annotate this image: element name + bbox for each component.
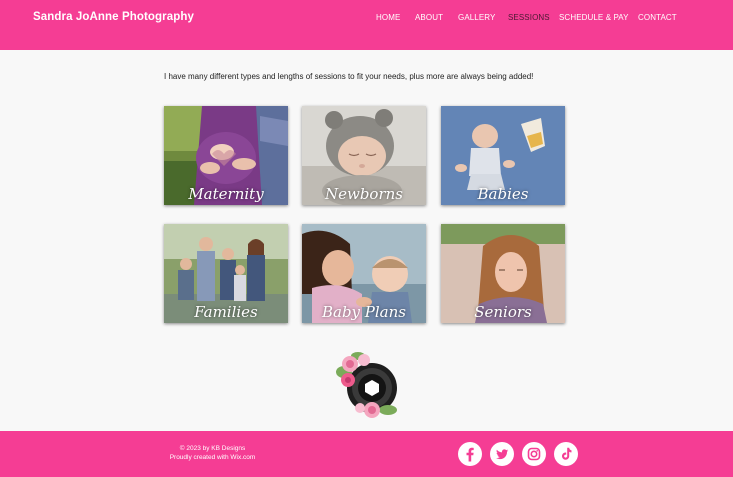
tile-label: Babies xyxy=(477,185,529,203)
camera-lens-flower-logo xyxy=(330,350,400,420)
tile-label: Maternity xyxy=(188,185,264,203)
session-tile-baby-plans[interactable]: Baby Plans xyxy=(302,224,426,323)
session-tile-seniors[interactable]: Seniors xyxy=(441,224,565,323)
twitter-icon[interactable] xyxy=(490,442,514,466)
session-tile-babies[interactable]: Babies xyxy=(441,106,565,205)
site-header: Sandra JoAnne Photography HOME ABOUT GAL… xyxy=(0,0,733,50)
session-tile-families[interactable]: Families xyxy=(164,224,288,323)
copyright-text: © 2023 by KB Designs xyxy=(179,445,246,452)
wix-credit-link[interactable]: Proudly created with Wix.com xyxy=(150,453,275,462)
main-nav: HOME ABOUT GALLERY SESSIONS SCHEDULE & P… xyxy=(0,13,733,27)
tile-label: Baby Plans xyxy=(321,303,406,321)
nav-contact[interactable]: CONTACT xyxy=(638,13,677,22)
tile-label: Families xyxy=(194,303,258,321)
tiktok-icon[interactable] xyxy=(554,442,578,466)
tile-label: Seniors xyxy=(474,303,532,321)
intro-text: I have many different types and lengths … xyxy=(164,72,534,81)
footer-copyright: © 2023 by KB Designs Proudly created wit… xyxy=(150,444,275,462)
nav-gallery[interactable]: GALLERY xyxy=(458,13,495,22)
session-tile-newborns[interactable]: Newborns xyxy=(302,106,426,205)
nav-sessions[interactable]: SESSIONS xyxy=(508,13,550,22)
tile-label: Newborns xyxy=(324,185,403,203)
facebook-icon[interactable] xyxy=(458,442,482,466)
nav-home[interactable]: HOME xyxy=(376,13,400,22)
instagram-icon[interactable] xyxy=(522,442,546,466)
nav-about[interactable]: ABOUT xyxy=(415,13,443,22)
site-footer: © 2023 by KB Designs Proudly created wit… xyxy=(0,431,733,477)
nav-schedule-pay[interactable]: SCHEDULE & PAY xyxy=(559,13,629,22)
session-tile-maternity[interactable]: Maternity xyxy=(164,106,288,205)
